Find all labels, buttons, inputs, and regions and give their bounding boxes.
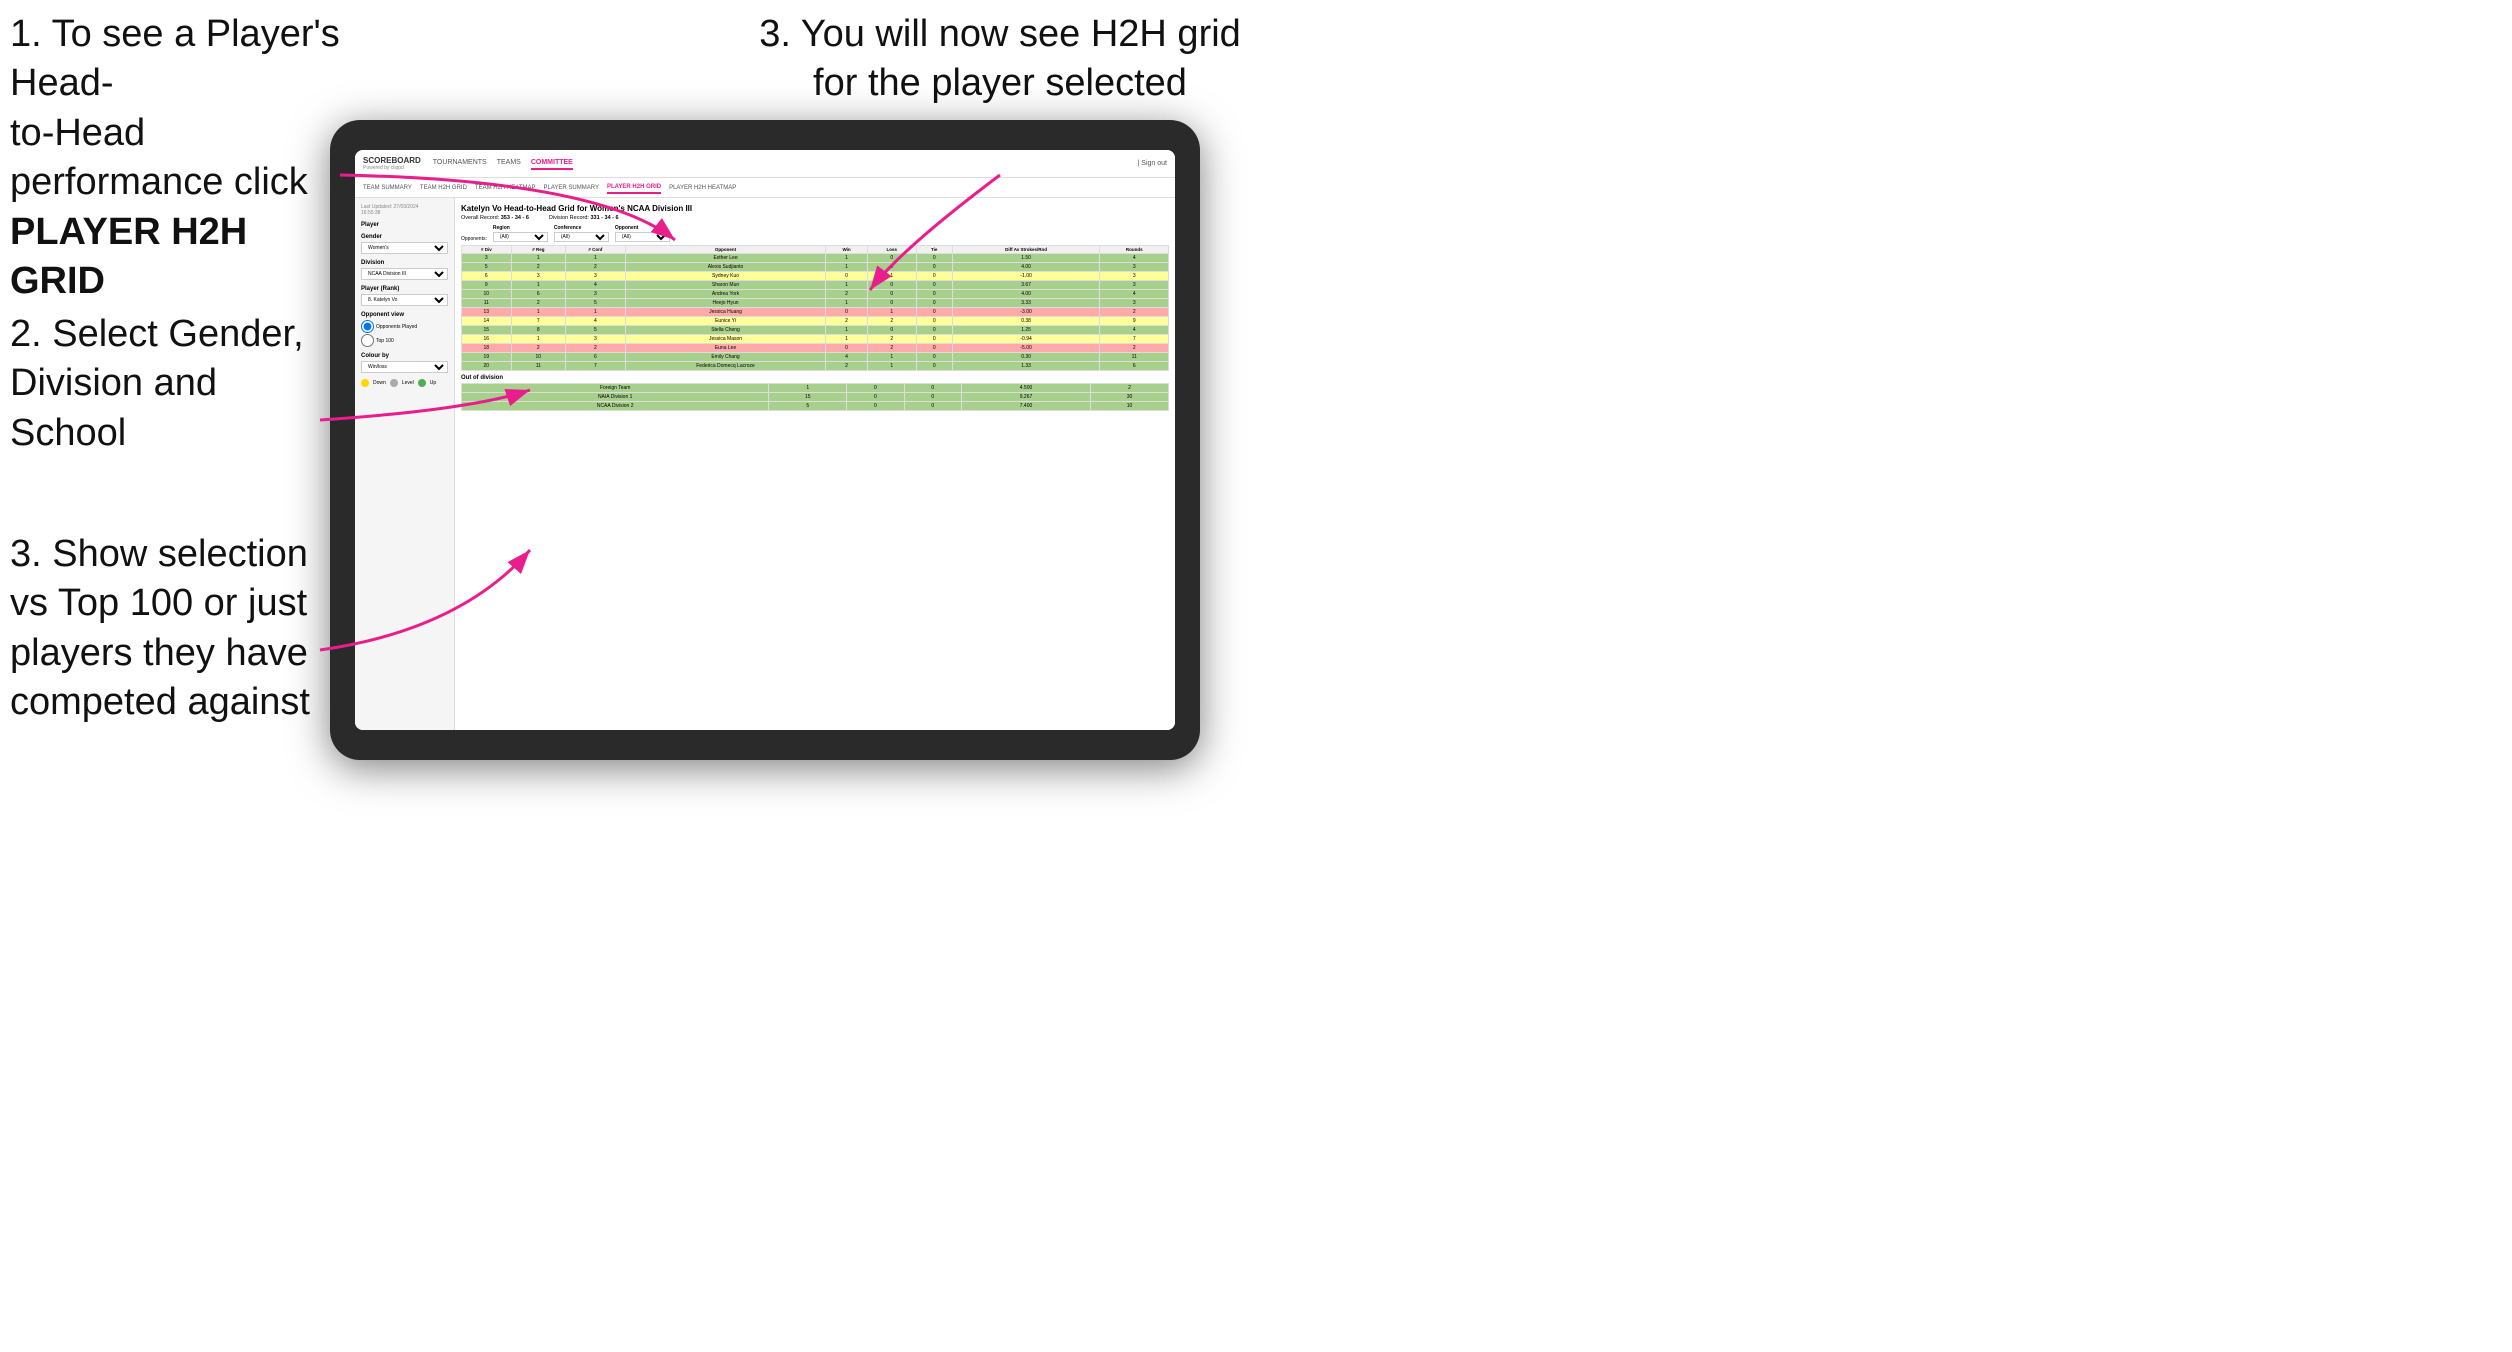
nav-committee[interactable]: COMMITTEE	[531, 157, 573, 170]
th-conf: # Conf	[566, 246, 626, 254]
overall-record-label: Overall Record: 353 - 34 - 6	[461, 215, 529, 221]
table-row: 11 2 5 Heejo Hyun 1 0 0 3.33 3	[462, 299, 1169, 308]
opponent-view-label: Opponent view	[361, 312, 448, 318]
instruction-3-bottom: 3. Show selection vs Top 100 or just pla…	[10, 530, 320, 728]
h2h-title: Katelyn Vo Head-to-Head Grid for Women's…	[461, 204, 1169, 213]
gender-label: Gender	[361, 234, 448, 240]
ood-row: Foreign Team 1 0 0 4.500 2	[462, 384, 1169, 393]
table-row: 16 1 3 Jessica Mason 1 2 0 -0.94 7	[462, 335, 1169, 344]
sidebar-opponent-view: Opponent view Opponents Played Top 100	[361, 312, 448, 347]
th-diff: Diff Av Strokes/Rnd	[952, 246, 1100, 254]
sidebar-gender: Gender Women's	[361, 234, 448, 254]
tablet-screen: SCOREBOARD Powered by clippd TOURNAMENTS…	[355, 150, 1175, 730]
gender-select[interactable]: Women's	[361, 242, 448, 254]
subnav: TEAM SUMMARY TEAM H2H GRID TEAM H2H HEAT…	[355, 178, 1175, 198]
radio-opponents[interactable]: Opponents Played	[361, 320, 448, 333]
division-select[interactable]: NCAA Division III	[361, 268, 448, 280]
nav-tournaments[interactable]: TOURNAMENTS	[433, 157, 487, 170]
th-win: Win	[826, 246, 868, 254]
subnav-team-h2h[interactable]: TEAM H2H GRID	[420, 183, 467, 193]
legend-up: Up	[430, 380, 436, 386]
opponents-filter-label: Opponents:	[461, 236, 487, 242]
division-label: Division	[361, 260, 448, 266]
sidebar: Last Updated: 27/03/2024 16:55:38 Player…	[355, 198, 455, 730]
region-label: Region	[493, 225, 548, 231]
th-reg: # Reg	[511, 246, 565, 254]
radio-group: Opponents Played Top 100	[361, 320, 448, 347]
legend-down: Down	[373, 380, 386, 386]
opponent-filter: Opponent (All)	[615, 225, 670, 242]
th-tie: Tie	[916, 246, 952, 254]
table-row: 18 2 2 Euna Lee 0 2 0 -5.00 2	[462, 344, 1169, 353]
sidebar-player-section: Player	[361, 222, 448, 228]
opponent-label: Opponent	[615, 225, 670, 231]
sidebar-player-rank: Player (Rank) 8. Katelyn Vo	[361, 286, 448, 306]
out-of-div-title: Out of division	[461, 375, 1169, 381]
colour-legend: Down Level Up	[361, 379, 448, 387]
legend-level: Level	[402, 380, 414, 386]
conference-label: Conference	[554, 225, 609, 231]
player-rank-select[interactable]: 8. Katelyn Vo	[361, 294, 448, 306]
h2h-table: # Div # Reg # Conf Opponent Win Loss Tie…	[461, 245, 1169, 371]
table-row: 9 1 4 Sharon Mun 1 0 0 3.67 3	[462, 281, 1169, 290]
logo-sub: Powered by clippd	[363, 165, 421, 171]
table-row: 13 1 1 Jessica Huang 0 1 0 -3.00 2	[462, 308, 1169, 317]
sign-out[interactable]: | Sign out	[1138, 160, 1167, 167]
instruction-2: 2. Select Gender, Division and School	[10, 310, 320, 458]
nav-items: TOURNAMENTS TEAMS COMMITTEE	[433, 157, 573, 170]
colour-by-label: Colour by	[361, 353, 448, 359]
th-div: # Div	[462, 246, 512, 254]
subnav-player-heatmap[interactable]: PLAYER H2H HEATMAP	[669, 183, 736, 193]
colour-by-select[interactable]: Win/loss	[361, 361, 448, 373]
logo-text: SCOREBOARD	[363, 157, 421, 165]
table-row: 19 10 6 Emily Chang 4 1 0 0.30 11	[462, 353, 1169, 362]
data-area: Katelyn Vo Head-to-Head Grid for Women's…	[455, 198, 1175, 730]
navbar: SCOREBOARD Powered by clippd TOURNAMENTS…	[355, 150, 1175, 178]
subnav-team-summary[interactable]: TEAM SUMMARY	[363, 183, 412, 193]
table-row: 10 6 3 Andrea York 2 0 0 4.00 4	[462, 290, 1169, 299]
table-row: 5 2 2 Alexis Sudjianto 1 0 0 4.00 3	[462, 263, 1169, 272]
player-rank-label: Player (Rank)	[361, 286, 448, 292]
th-rounds: Rounds	[1100, 246, 1169, 254]
radio-top100[interactable]: Top 100	[361, 334, 448, 347]
opponent-select[interactable]: (All)	[615, 232, 670, 242]
division-record-label: Division Record: 331 - 34 - 6	[549, 215, 619, 221]
tablet-frame: SCOREBOARD Powered by clippd TOURNAMENTS…	[330, 120, 1200, 760]
table-row: 14 7 4 Eunice Yi 2 2 0 0.38 9	[462, 317, 1169, 326]
table-row: 3 1 1 Esther Lee 1 0 0 1.50 4	[462, 254, 1169, 263]
th-opponent: Opponent	[625, 246, 825, 254]
out-of-div-table: Foreign Team 1 0 0 4.500 2 NAIA Division…	[461, 383, 1169, 411]
last-updated: Last Updated: 27/03/2024 16:55:38	[361, 204, 448, 216]
table-row: 6 3 3 Sydney Kuo 0 1 0 -1.00 3	[462, 272, 1169, 281]
instruction-1: 1. To see a Player's Head- to-Head perfo…	[10, 10, 350, 306]
subnav-player-h2h[interactable]: PLAYER H2H GRID	[607, 182, 661, 194]
nav-teams[interactable]: TEAMS	[497, 157, 521, 170]
dot-level	[390, 379, 398, 387]
conference-select[interactable]: (All)	[554, 232, 609, 242]
ood-row: NCAA Division 2 5 0 0 7.400 10	[462, 402, 1169, 411]
subnav-team-heatmap[interactable]: TEAM H2H HEATMAP	[475, 183, 536, 193]
table-header-row: # Div # Reg # Conf Opponent Win Loss Tie…	[462, 246, 1169, 254]
h2h-records: Overall Record: 353 - 34 - 6 Division Re…	[461, 215, 1169, 221]
dot-down	[361, 379, 369, 387]
instruction-3-top: 3. You will now see H2H grid for the pla…	[750, 10, 1250, 109]
subnav-player-summary[interactable]: PLAYER SUMMARY	[543, 183, 598, 193]
sidebar-colour-by: Colour by Win/loss	[361, 353, 448, 373]
logo-area: SCOREBOARD Powered by clippd	[363, 157, 421, 171]
conference-filter: Conference (All)	[554, 225, 609, 242]
th-loss: Loss	[867, 246, 916, 254]
dot-up	[418, 379, 426, 387]
region-select[interactable]: (All)	[493, 232, 548, 242]
table-row: 20 11 7 Federica Domecq Lacroze 2 1 0 1.…	[462, 362, 1169, 371]
ood-row: NAIA Division 1 15 0 0 9.267 30	[462, 393, 1169, 402]
main-content: Last Updated: 27/03/2024 16:55:38 Player…	[355, 198, 1175, 730]
table-row: 15 8 5 Stella Cheng 1 0 0 1.25 4	[462, 326, 1169, 335]
player-label: Player	[361, 222, 448, 228]
region-filter: Region (All)	[493, 225, 548, 242]
filters-row: Opponents: Region (All) Conference (All)…	[461, 225, 1169, 242]
sidebar-division: Division NCAA Division III	[361, 260, 448, 280]
